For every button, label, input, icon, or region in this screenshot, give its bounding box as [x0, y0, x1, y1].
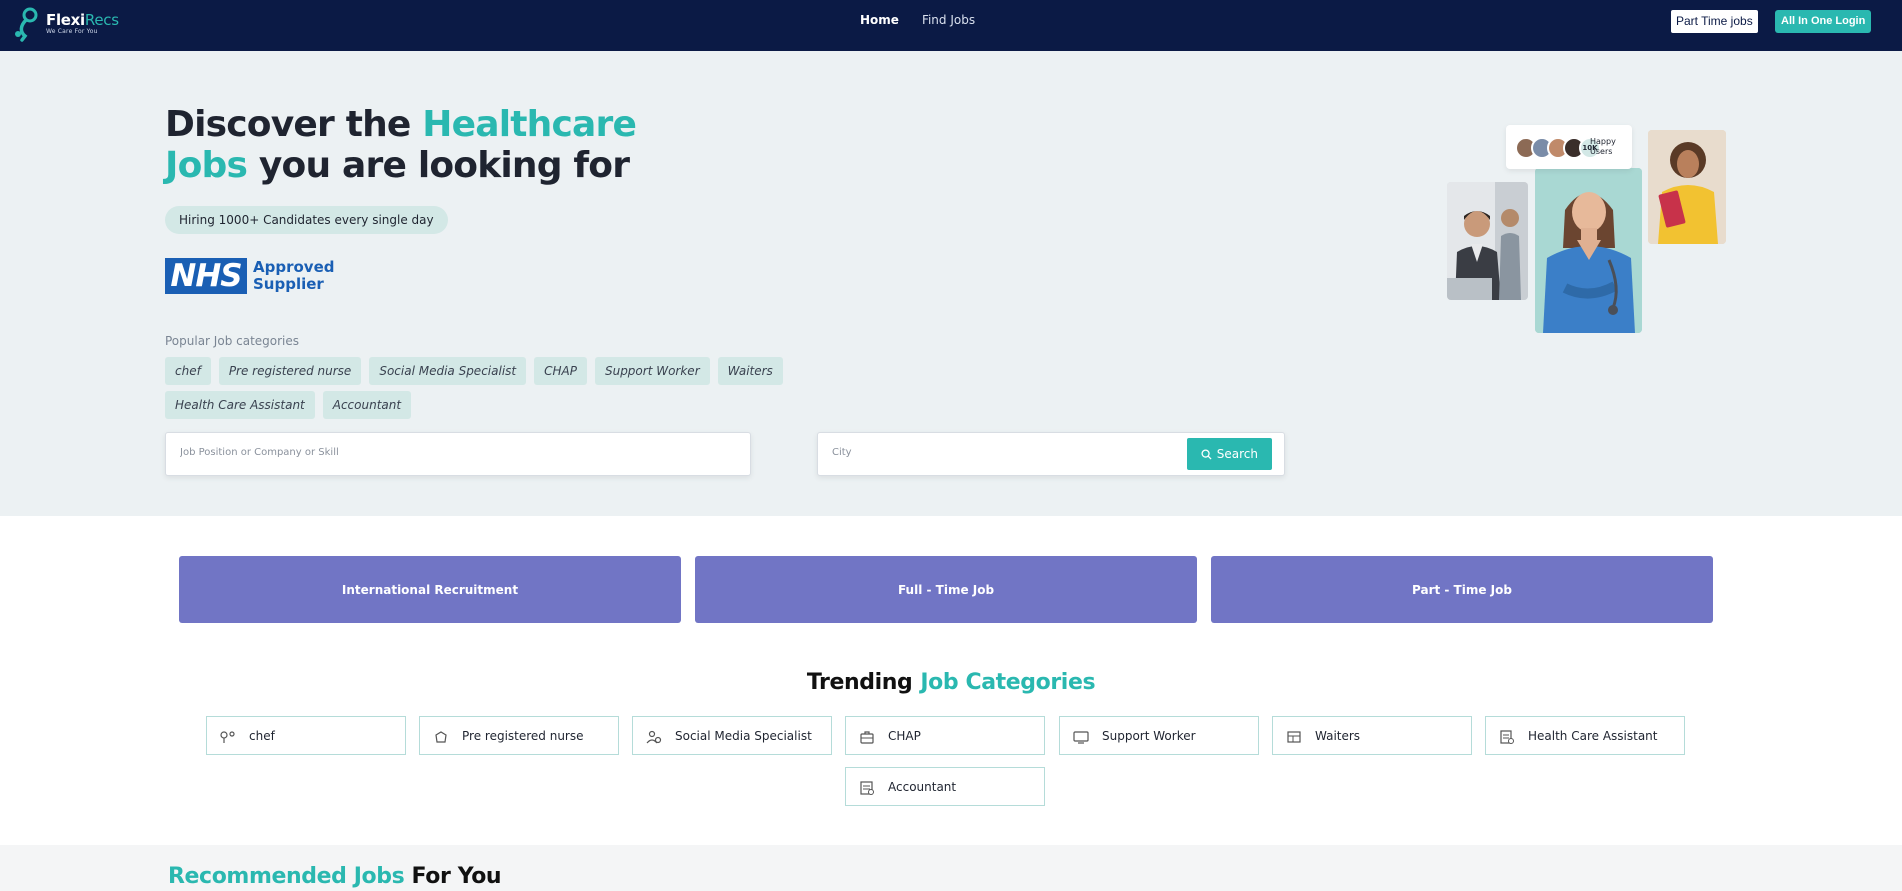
- brand-name-part2: Recs: [84, 11, 119, 29]
- hero-title: Discover the Healthcare Jobs you are look…: [165, 104, 637, 186]
- briefcase-icon: [859, 729, 875, 744]
- hero-title-accent2: Jobs: [165, 145, 248, 186]
- part-time-job-button[interactable]: Part - Time Job: [1211, 556, 1713, 623]
- brand-name: FlexiRecs: [46, 13, 119, 28]
- trending-category-label: Accountant: [888, 779, 957, 794]
- popular-tag[interactable]: chef: [165, 357, 211, 385]
- job-search-input[interactable]: [180, 447, 480, 458]
- hero-title-part1: Discover the: [165, 104, 423, 145]
- trending-category-label: Health Care Assistant: [1528, 728, 1658, 743]
- international-recruitment-button[interactable]: International Recruitment: [179, 556, 681, 623]
- city-search-input[interactable]: [832, 447, 1172, 458]
- trending-category-label: chef: [249, 728, 275, 743]
- trending-category-label: CHAP: [888, 728, 921, 743]
- popular-tag[interactable]: Waiters: [717, 357, 783, 385]
- office-worker-photo: [1447, 182, 1528, 300]
- popular-categories-label: Popular Job categories: [165, 334, 300, 348]
- trending-category-label: Pre registered nurse: [462, 728, 584, 743]
- nhs-logo: NHS: [165, 258, 247, 294]
- trending-category-card[interactable]: Waiters: [1272, 716, 1472, 755]
- full-time-job-button[interactable]: Full - Time Job: [695, 556, 1197, 623]
- users-icon: [646, 729, 662, 743]
- document-icon: [1499, 729, 1515, 744]
- nhs-supplier-label: Supplier: [253, 275, 324, 293]
- chef-icon: [220, 729, 236, 743]
- calculator-icon: [859, 780, 875, 795]
- nhs-approved-label: Approved: [253, 258, 335, 276]
- happy-users-card: 10K Happy Users: [1506, 125, 1632, 169]
- brand-name-part1: Flexi: [46, 11, 85, 29]
- nurse-cap-icon: [433, 729, 449, 743]
- recommended-title-part2: For You: [404, 864, 502, 889]
- logo-mark-icon: [12, 6, 44, 42]
- hero-title-accent1: Healthcare: [422, 104, 637, 145]
- recommended-title: Recommended Jobs For You: [168, 864, 502, 889]
- trending-category-card[interactable]: CHAP: [845, 716, 1045, 755]
- trending-category-card[interactable]: Social Media Specialist: [632, 716, 832, 755]
- nurse-photo: [1535, 168, 1642, 333]
- trending-category-card[interactable]: chef: [206, 716, 406, 755]
- trending-category-card[interactable]: Pre registered nurse: [419, 716, 619, 755]
- nav-home[interactable]: Home: [860, 13, 899, 27]
- trending-title: Trending Job Categories: [0, 670, 1902, 695]
- popular-tag[interactable]: Health Care Assistant: [165, 391, 315, 419]
- student-photo: [1648, 130, 1726, 244]
- city-search-box: Search: [817, 432, 1285, 476]
- trending-category-card[interactable]: Support Worker: [1059, 716, 1259, 755]
- popular-categories-list: chef Pre registered nurse Social Media Spe…: [165, 357, 785, 419]
- nav-find-jobs[interactable]: Find Jobs: [922, 13, 975, 27]
- popular-tag[interactable]: CHAP: [534, 357, 587, 385]
- search-icon: [1201, 448, 1212, 460]
- search-button-label: Search: [1216, 447, 1258, 461]
- trending-title-accent: Job Categories: [920, 670, 1096, 695]
- hero-section: Discover the Healthcare Jobs you are look…: [0, 51, 1902, 516]
- popular-tag[interactable]: Support Worker: [594, 357, 710, 385]
- nhs-approved-supplier: NHS Approved Supplier: [165, 258, 334, 294]
- part-time-jobs-button[interactable]: Part Time jobs: [1671, 10, 1758, 33]
- all-in-one-login-button[interactable]: All In One Login: [1775, 10, 1872, 33]
- popular-tag[interactable]: Accountant: [322, 391, 412, 419]
- brand-logo[interactable]: FlexiRecs We Care For You: [12, 4, 119, 44]
- trending-category-label: Social Media Specialist: [675, 728, 812, 743]
- user-avatars: 10K: [1515, 137, 1601, 159]
- tray-icon: [1286, 729, 1302, 743]
- happy-users-line1: Happy: [1590, 137, 1616, 146]
- main-nav: Home Find Jobs: [860, 13, 975, 27]
- monitor-icon: [1073, 729, 1089, 744]
- hiring-badge: Hiring 1000+ Candidates every single day: [165, 206, 448, 234]
- brand-tagline: We Care For You: [46, 28, 98, 35]
- recommended-title-accent: Recommended Jobs: [168, 864, 405, 889]
- top-navbar: FlexiRecs We Care For You Home Find Jobs…: [0, 0, 1902, 51]
- search-button[interactable]: Search: [1186, 438, 1272, 470]
- trending-category-card[interactable]: Accountant: [845, 767, 1045, 806]
- trending-category-card[interactable]: Health Care Assistant: [1485, 716, 1685, 755]
- trending-category-label: Support Worker: [1102, 728, 1196, 743]
- hero-title-part2: you are looking for: [247, 145, 630, 186]
- job-search-box: [165, 432, 751, 476]
- popular-tag[interactable]: Pre registered nurse: [218, 357, 362, 385]
- happy-users-line2: Users: [1590, 147, 1613, 156]
- trending-category-label: Waiters: [1315, 728, 1361, 743]
- trending-title-part1: Trending: [806, 670, 913, 695]
- popular-tag[interactable]: Social Media Specialist: [369, 357, 527, 385]
